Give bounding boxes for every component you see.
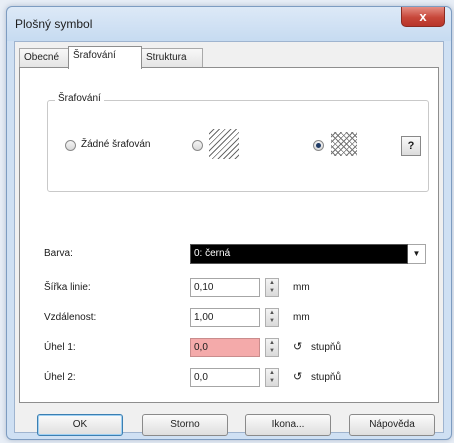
radio-single-hatch[interactable] xyxy=(192,140,203,151)
cross-hatch-pattern-icon xyxy=(331,132,357,156)
line-width-spinner[interactable]: ▲ ▼ xyxy=(265,278,279,297)
hatching-panel: Šrafování Žádné šrafován ? Barva: 0: čer… xyxy=(19,67,439,403)
color-dropdown-button[interactable]: ▼ xyxy=(408,244,426,264)
angle1-label: Úhel 1: xyxy=(44,342,76,353)
spin-up-icon[interactable]: ▲ xyxy=(266,369,278,377)
hatching-group-label: Šrafování xyxy=(55,93,104,104)
radio-no-hatch[interactable] xyxy=(65,140,76,151)
radio-cross-hatch[interactable] xyxy=(313,140,324,151)
spin-up-icon[interactable]: ▲ xyxy=(266,279,278,287)
hatching-group: Šrafování Žádné šrafován ? xyxy=(47,93,429,192)
angle1-spinner[interactable]: ▲ ▼ xyxy=(265,338,279,357)
spin-down-icon[interactable]: ▼ xyxy=(266,317,278,325)
spacing-label: Vzdálenost: xyxy=(44,312,97,323)
angle2-input[interactable]: 0,0 xyxy=(190,368,260,387)
spin-down-icon[interactable]: ▼ xyxy=(266,377,278,385)
angle2-unit: stupňů xyxy=(311,372,342,383)
single-hatch-pattern-icon xyxy=(209,129,239,159)
angle2-spinner[interactable]: ▲ ▼ xyxy=(265,368,279,387)
color-label: Barva: xyxy=(44,248,73,259)
spacing-unit: mm xyxy=(293,312,310,323)
radio-no-hatch-label: Žádné šrafován xyxy=(81,139,151,150)
tab-structure[interactable]: Struktura xyxy=(141,48,203,68)
spin-up-icon[interactable]: ▲ xyxy=(266,339,278,347)
icon-button[interactable]: Ikona... xyxy=(245,414,331,436)
dialog-body: Obecné Šrafování Struktura Šrafování Žád… xyxy=(14,41,444,436)
spin-down-icon[interactable]: ▼ xyxy=(266,347,278,355)
title-bar[interactable]: Plošný symbol x xyxy=(7,7,451,41)
spacing-input[interactable]: 1,00 xyxy=(190,308,260,327)
angle1-input[interactable]: 0,0 xyxy=(190,338,260,357)
cancel-button[interactable]: Storno xyxy=(142,414,228,436)
line-width-label: Šířka linie: xyxy=(44,282,91,293)
dialog-title: Plošný symbol xyxy=(15,17,93,31)
spacing-spinner[interactable]: ▲ ▼ xyxy=(265,308,279,327)
spin-up-icon[interactable]: ▲ xyxy=(266,309,278,317)
angle1-unit: stupňů xyxy=(311,342,342,353)
angle2-label: Úhel 2: xyxy=(44,372,76,383)
angle-pick-icon[interactable]: ↺ xyxy=(293,370,302,383)
chevron-down-icon: ▼ xyxy=(412,249,421,258)
tab-general[interactable]: Obecné xyxy=(19,48,69,68)
line-width-input[interactable]: 0,10 xyxy=(190,278,260,297)
ok-button[interactable]: OK xyxy=(37,414,123,436)
close-button[interactable]: x xyxy=(401,7,445,27)
dialog-window: Plošný symbol x Obecné Šrafování Struktu… xyxy=(6,6,452,440)
angle-pick-icon[interactable]: ↺ xyxy=(293,340,302,353)
spin-down-icon[interactable]: ▼ xyxy=(266,287,278,295)
tab-hatching[interactable]: Šrafování xyxy=(68,46,142,69)
line-width-unit: mm xyxy=(293,282,310,293)
help-button[interactable]: Nápověda xyxy=(349,414,435,436)
pattern-help-button[interactable]: ? xyxy=(401,136,421,156)
color-select[interactable]: 0: černá xyxy=(190,244,408,264)
close-icon: x xyxy=(419,9,427,24)
